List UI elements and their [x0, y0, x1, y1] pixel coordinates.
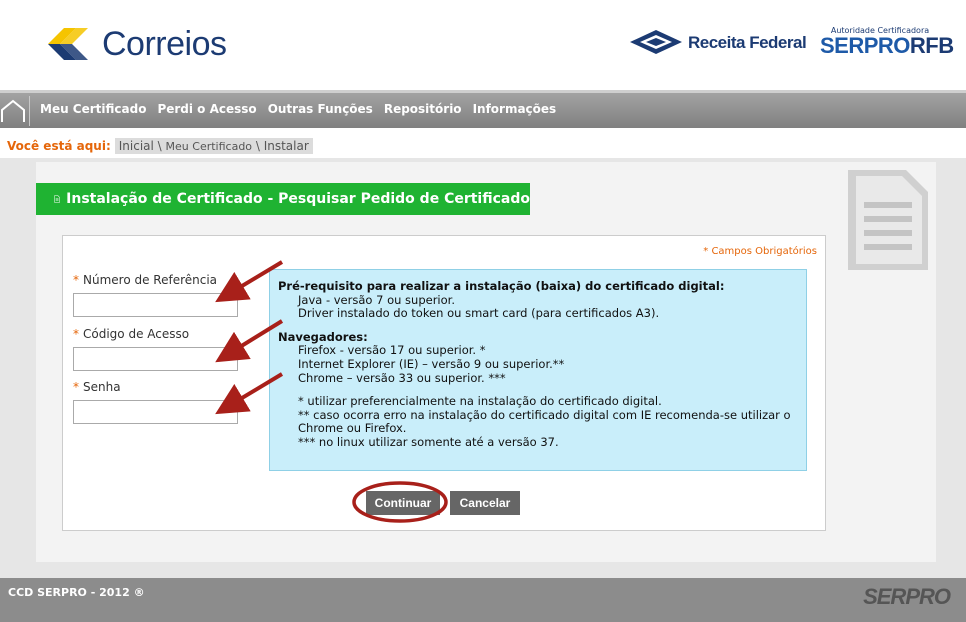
receita-federal-wordmark: Receita Federal: [688, 33, 807, 52]
correios-logo[interactable]: Correios: [42, 22, 227, 66]
note-linux: *** no linux utilizar somente até a vers…: [298, 434, 559, 449]
nav-perdi-o-acesso[interactable]: Perdi o Acesso: [157, 102, 256, 116]
serpro-rfb-wordmark: SERPRORFB: [820, 33, 954, 58]
breadcrumb-instalar: Instalar: [263, 139, 309, 153]
prerequisites-info-box: Pré-requisito para realizar a instalação…: [269, 269, 807, 471]
breadcrumb-meu-certificado[interactable]: Meu Certificado: [166, 140, 253, 153]
serpro-rfb-logo[interactable]: Autoridade Certificadora SERPRORFB: [820, 26, 954, 59]
reference-number-label-text: Número de Referência: [83, 273, 218, 287]
browser-chrome: Chrome – versão 33 ou superior. ***: [298, 370, 506, 385]
required-mark: *: [73, 380, 79, 394]
browsers-title: Navegadores:: [278, 329, 368, 344]
prereq-driver: Driver instalado do token ou smart card …: [298, 306, 660, 321]
password-label: * Senha: [73, 380, 121, 394]
access-code-label: * Código de Acesso: [73, 327, 189, 341]
access-code-label-text: Código de Acesso: [83, 327, 190, 341]
nav-outras-funcoes[interactable]: Outras Funções: [268, 102, 373, 116]
nav-informacoes[interactable]: Informações: [473, 102, 557, 116]
continue-button[interactable]: Continuar: [366, 491, 440, 515]
password-input[interactable]: [73, 400, 238, 424]
note-ie-error: ** caso ocorra erro na instalação do cer…: [298, 407, 791, 436]
breadcrumb-inicial[interactable]: Inicial: [119, 139, 154, 153]
cancel-button[interactable]: Cancelar: [450, 491, 520, 515]
search-form: * Campos Obrigatórios * Número de Referên…: [62, 235, 826, 531]
home-button[interactable]: [0, 96, 30, 126]
reference-number-label: * Número de Referência: [73, 273, 217, 287]
required-mark: *: [73, 327, 79, 341]
breadcrumb: Você está aqui: Inicial \ Meu Certificad…: [0, 137, 313, 155]
breadcrumb-trail: Inicial \ Meu Certificado \ Instalar: [114, 138, 313, 154]
receita-federal-logo[interactable]: Receita Federal: [628, 28, 807, 58]
home-icon: [1, 99, 25, 122]
breadcrumb-separator: \: [153, 139, 166, 153]
document-watermark-icon: [848, 170, 928, 270]
note-preferred: * utilizar preferencialmente na instalaç…: [298, 394, 662, 409]
footer-serpro-logo[interactable]: SERPRO: [863, 584, 951, 610]
breadcrumb-prefix: Você está aqui:: [7, 139, 111, 153]
prereq-java: Java - versão 7 ou superior.: [298, 292, 455, 307]
document-icon: [54, 195, 60, 203]
required-fields-note: * Campos Obrigatórios: [703, 246, 817, 257]
nav-meu-certificado[interactable]: Meu Certificado: [40, 102, 146, 116]
main-navigation: Meu Certificado Perdi o Acesso Outras Fu…: [0, 90, 966, 128]
password-label-text: Senha: [83, 380, 121, 394]
page-title: Instalação de Certificado - Pesquisar Pe…: [66, 191, 530, 207]
browser-ie: Internet Explorer (IE) – versão 9 ou sup…: [298, 356, 565, 371]
footer-copyright: CCD SERPRO - 2012 ®: [8, 586, 145, 599]
prerequisites-title: Pré-requisito para realizar a instalação…: [278, 279, 725, 293]
footer: CCD SERPRO - 2012 ® SERPRO: [0, 578, 966, 622]
reference-number-input[interactable]: [73, 293, 238, 317]
required-mark: *: [73, 273, 79, 287]
receita-federal-mark-icon: [630, 30, 682, 54]
breadcrumb-separator: \: [252, 139, 264, 153]
correios-wordmark: Correios: [102, 24, 227, 63]
header: Correios Receita Federal Autoridade Cert…: [0, 0, 966, 90]
correios-mark-icon: [48, 28, 88, 60]
page-title-bar: Instalação de Certificado - Pesquisar Pe…: [36, 183, 530, 215]
browser-firefox: Firefox - versão 17 ou superior. *: [298, 343, 486, 358]
nav-repositorio[interactable]: Repositório: [384, 102, 462, 116]
access-code-input[interactable]: [73, 347, 238, 371]
